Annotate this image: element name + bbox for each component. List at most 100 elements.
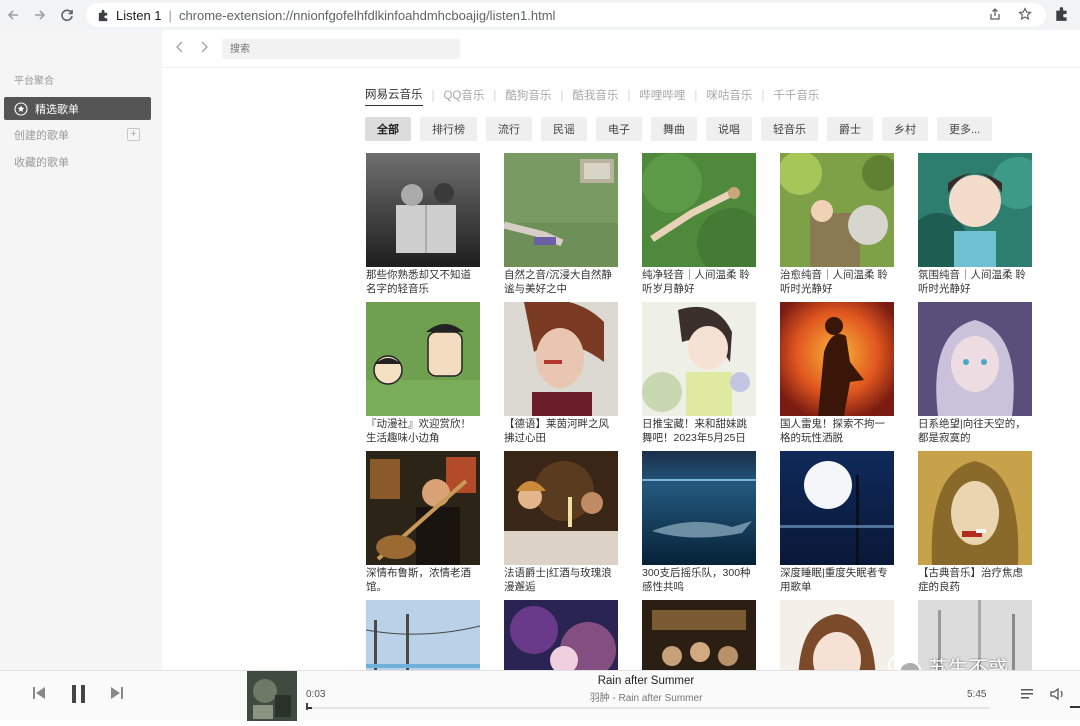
chevron-right-icon[interactable]: [199, 40, 209, 56]
bookmark-star-icon[interactable]: [1018, 7, 1032, 24]
playlist-cover[interactable]: [642, 302, 756, 416]
extensions-puzzle-icon[interactable]: [1054, 6, 1070, 27]
playlist-cover[interactable]: [642, 451, 756, 565]
playlist-title[interactable]: 国人雷鬼！探索不拘一格的玩性洒脱: [780, 417, 894, 445]
add-playlist-icon[interactable]: +: [127, 128, 140, 141]
star-icon: [14, 101, 28, 116]
source-tab[interactable]: 哔哩哔哩: [639, 87, 685, 106]
filter-chip[interactable]: 爵士: [827, 117, 873, 141]
source-tab[interactable]: 网易云音乐: [365, 86, 423, 106]
playlist-cover[interactable]: [780, 153, 894, 267]
filter-chip[interactable]: 轻音乐: [761, 117, 818, 141]
filter-chip[interactable]: 舞曲: [651, 117, 697, 141]
playlist-cover[interactable]: [504, 600, 618, 670]
playlist-cover[interactable]: [642, 153, 756, 267]
sidebar: 平台聚合 精选歌单 创建的歌单 + 收藏的歌单: [0, 30, 162, 670]
share-icon[interactable]: [988, 7, 1002, 24]
playlist-title[interactable]: 日推宝藏！来和甜妹跳舞吧！2023年5月25日: [642, 417, 756, 445]
playlist-title[interactable]: 深情布鲁斯，浓情老酒馆。: [366, 566, 480, 594]
source-tab[interactable]: 千千音乐: [773, 87, 819, 106]
volume-slider[interactable]: [1070, 695, 1080, 713]
back-icon[interactable]: [0, 0, 26, 30]
source-tab[interactable]: QQ音乐: [444, 87, 485, 106]
filter-chip[interactable]: 更多...: [937, 117, 993, 141]
filter-chip[interactable]: 说唱: [706, 117, 752, 141]
progress-bar[interactable]: [306, 707, 990, 709]
playlist-card[interactable]: 治愈纯音｜人间温柔 聆听时光静好: [780, 153, 894, 296]
playlist-title[interactable]: 300支后摇乐队，300种感性共鸣: [642, 566, 756, 594]
playlist-title[interactable]: 法语爵士|红酒与玫瑰浪漫邂逅: [504, 566, 618, 594]
playlist-cover[interactable]: [504, 153, 618, 267]
playlist-card[interactable]: 『动漫社』欢迎赏欣！生活趣味小边角: [366, 302, 480, 445]
playlist-title[interactable]: 深度睡眠|重度失眠者专用歌单: [780, 566, 894, 594]
playlist-card[interactable]: 日系绝望|向往天空的，都是寂寞的: [918, 302, 1032, 445]
chevron-left-icon[interactable]: [175, 40, 185, 56]
playlist-card[interactable]: 深度睡眠|重度失眠者专用歌单: [780, 451, 894, 594]
source-tab[interactable]: 咪咕音乐: [706, 87, 752, 106]
playlist-card[interactable]: 300支后摇乐队，300种感性共鸣: [642, 451, 756, 594]
playlist-cover[interactable]: [366, 302, 480, 416]
filter-chip[interactable]: 民谣: [541, 117, 587, 141]
next-track-icon[interactable]: [110, 685, 124, 706]
source-tab[interactable]: 酷狗音乐: [505, 87, 551, 106]
progress-handle[interactable]: [306, 703, 308, 710]
playlist-card[interactable]: 自然之音/沉浸大自然静谧与美好之中: [504, 153, 618, 296]
playlist-cover[interactable]: [366, 153, 480, 267]
search-input[interactable]: [222, 39, 460, 59]
playlist-cover[interactable]: [780, 302, 894, 416]
playlist-cover[interactable]: [366, 600, 480, 670]
playlist-title[interactable]: 自然之音/沉浸大自然静谧与美好之中: [504, 268, 618, 296]
pause-icon[interactable]: [70, 683, 88, 710]
playlist-card[interactable]: [642, 600, 756, 670]
playlist-title[interactable]: 『动漫社』欢迎赏欣！生活趣味小边角: [366, 417, 480, 445]
playlist-cover[interactable]: [366, 451, 480, 565]
filter-chip[interactable]: 电子: [596, 117, 642, 141]
now-playing-cover[interactable]: [247, 671, 297, 721]
sidebar-item-label: 创建的歌单: [14, 129, 69, 142]
playlist-card[interactable]: [504, 600, 618, 670]
playlist-cover[interactable]: [504, 302, 618, 416]
filter-chip[interactable]: 排行榜: [420, 117, 477, 141]
playlist-title[interactable]: 【古典音乐】治疗焦虑症的良药: [918, 566, 1032, 594]
playlist-cover[interactable]: [780, 451, 894, 565]
address-bar[interactable]: Listen 1 | chrome-extension://nnionfgofe…: [86, 3, 1046, 27]
playlist-title[interactable]: 日系绝望|向往天空的，都是寂寞的: [918, 417, 1032, 445]
reload-icon[interactable]: [54, 0, 80, 30]
playlist-card[interactable]: 国人雷鬼！探索不拘一格的玩性洒脱: [780, 302, 894, 445]
forward-icon[interactable]: [27, 0, 53, 30]
song-artist: 羽肿 - Rain after Summer: [589, 693, 703, 704]
playlist-title[interactable]: 治愈纯音｜人间温柔 聆听时光静好: [780, 268, 894, 296]
app-topbar: [162, 30, 1080, 68]
filter-chip[interactable]: 全部: [365, 117, 411, 141]
playlist-title[interactable]: 纯净轻音｜人间温柔 聆听岁月静好: [642, 268, 756, 296]
playlist-card[interactable]: [780, 600, 894, 670]
playlist-card[interactable]: [366, 600, 480, 670]
playlist-card[interactable]: 氛围纯音｜人间温柔 聆听时光静好: [918, 153, 1032, 296]
playlist-grid: 那些你熟悉却又不知道名字的轻音乐 自然之音/沉浸大自然静谧与美好之中 纯净轻音｜…: [366, 153, 1046, 670]
playlist-title[interactable]: 【德语】莱茵河畔之风拂过心田: [504, 417, 618, 445]
playlist-card[interactable]: 【古典音乐】治疗焦虑症的良药: [918, 451, 1032, 594]
playlist-cover[interactable]: [918, 451, 1032, 565]
sidebar-item-favorite-playlists[interactable]: 收藏的歌单: [4, 150, 151, 173]
filter-chip[interactable]: 流行: [486, 117, 532, 141]
sidebar-item-featured-playlists[interactable]: 精选歌单: [4, 97, 151, 120]
volume-icon[interactable]: [1050, 687, 1066, 706]
playlist-cover[interactable]: [918, 153, 1032, 267]
playlist-card[interactable]: 法语爵士|红酒与玫瑰浪漫邂逅: [504, 451, 618, 594]
playlist-card[interactable]: 纯净轻音｜人间温柔 聆听岁月静好: [642, 153, 756, 296]
playlist-card[interactable]: 那些你熟悉却又不知道名字的轻音乐: [366, 153, 480, 296]
playlist-cover[interactable]: [642, 600, 756, 670]
previous-track-icon[interactable]: [32, 685, 46, 706]
playlist-cover[interactable]: [780, 600, 894, 670]
source-tab[interactable]: 酷我音乐: [572, 87, 618, 106]
playlist-queue-icon[interactable]: [1020, 687, 1034, 706]
playlist-title[interactable]: 那些你熟悉却又不知道名字的轻音乐: [366, 268, 480, 296]
playlist-card[interactable]: 【德语】莱茵河畔之风拂过心田: [504, 302, 618, 445]
playlist-card[interactable]: 日推宝藏！来和甜妹跳舞吧！2023年5月25日: [642, 302, 756, 445]
playlist-title[interactable]: 氛围纯音｜人间温柔 聆听时光静好: [918, 268, 1032, 296]
playlist-card[interactable]: 深情布鲁斯，浓情老酒馆。: [366, 451, 480, 594]
separator: |: [627, 90, 631, 102]
playlist-cover[interactable]: [918, 302, 1032, 416]
playlist-cover[interactable]: [504, 451, 618, 565]
filter-chip[interactable]: 乡村: [882, 117, 928, 141]
